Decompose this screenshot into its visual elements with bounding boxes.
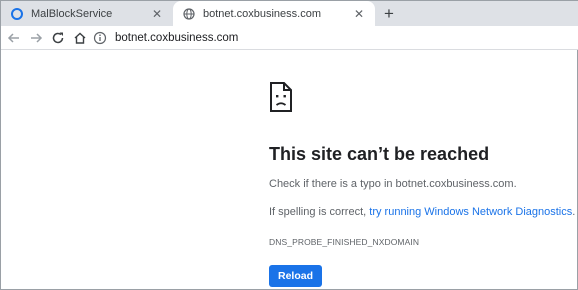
back-arrow-icon: [7, 33, 19, 43]
error-typo-hint: Check if there is a typo in botnet.coxbu…: [269, 178, 517, 190]
toolbar: botnet.coxbusiness.com: [1, 26, 578, 50]
reload-button[interactable]: [49, 29, 67, 47]
diagnostics-prefix: If spelling is correct,: [269, 206, 370, 218]
network-diagnostics-link[interactable]: try running Windows Network Diagnostics: [369, 206, 572, 218]
address-bar[interactable]: botnet.coxbusiness.com: [93, 28, 577, 48]
back-button[interactable]: [5, 29, 23, 47]
forward-button[interactable]: [27, 29, 45, 47]
sad-page-icon: [269, 81, 293, 113]
new-tab-button[interactable]: +: [379, 3, 399, 23]
tab-title: MalBlockService: [31, 7, 113, 20]
home-button[interactable]: [71, 29, 89, 47]
tab-malblockservice[interactable]: MalBlockService ✕: [1, 1, 173, 26]
malblock-favicon-icon: [11, 7, 23, 20]
reload-icon: [52, 32, 64, 44]
diagnostics-suffix: .: [572, 206, 576, 218]
browser-window: MalBlockService ✕ botnet.coxbusiness.com…: [0, 0, 578, 290]
tab-strip: MalBlockService ✕ botnet.coxbusiness.com…: [1, 1, 578, 26]
plus-icon: +: [384, 3, 394, 23]
error-title: This site can’t be reached: [269, 144, 490, 164]
home-icon: [74, 32, 86, 44]
forward-arrow-icon: [31, 33, 43, 43]
error-code: DNS_PROBE_FINISHED_NXDOMAIN: [269, 237, 420, 247]
tab-botnet-coxbusiness[interactable]: botnet.coxbusiness.com ✕: [173, 1, 375, 26]
url-text: botnet.coxbusiness.com: [115, 32, 239, 44]
globe-icon: [183, 7, 195, 20]
info-icon[interactable]: [93, 31, 107, 45]
tab-title: botnet.coxbusiness.com: [203, 7, 322, 20]
reload-page-button[interactable]: Reload: [269, 265, 322, 287]
close-icon[interactable]: ✕: [149, 6, 165, 22]
error-diagnostics-hint: If spelling is correct, try running Wind…: [269, 206, 575, 218]
close-icon[interactable]: ✕: [351, 6, 367, 22]
